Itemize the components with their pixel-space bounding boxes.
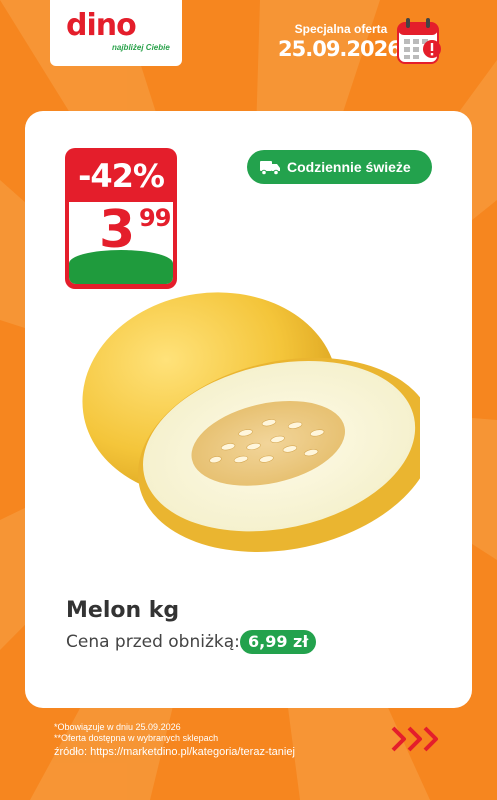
logo-box[interactable]: dino najbliżej Ciebie [50,0,182,66]
truck-icon [260,161,280,176]
footer-availability-note: **Oferta dostępna w wybranych sklepach [54,733,219,743]
logo-tagline: najbliżej Ciebie [112,43,170,52]
price-panel: 3 99 [69,202,173,284]
discount-label: -42% [78,157,165,195]
price-badge: -42% 3 99 [65,148,177,289]
melon-image [82,292,420,552]
previous-price-label: Cena przed obniżką: [66,632,240,652]
previous-price-badge: 6,99 zł [240,630,317,654]
calendar-alert-icon [397,18,441,64]
triple-chevron-right-icon[interactable] [390,724,446,754]
footer-source-link[interactable]: źródło: https://marketdino.pl/kategoria/… [54,746,295,758]
offer-label: Specjalna oferta [294,22,388,36]
offer-date: 25.09.2026 [278,37,402,61]
dino-logo: dino [66,8,137,43]
price-integer: 3 [99,202,135,260]
fresh-badge: Codziennie świeże [247,150,432,184]
price-decimal: 99 [139,204,171,232]
fresh-badge-label: Codziennie świeże [287,159,411,175]
product-name: Melon kg [66,598,180,623]
footer-validity-note: *Obowiązuje w dniu 25.09.2026 [54,722,181,732]
